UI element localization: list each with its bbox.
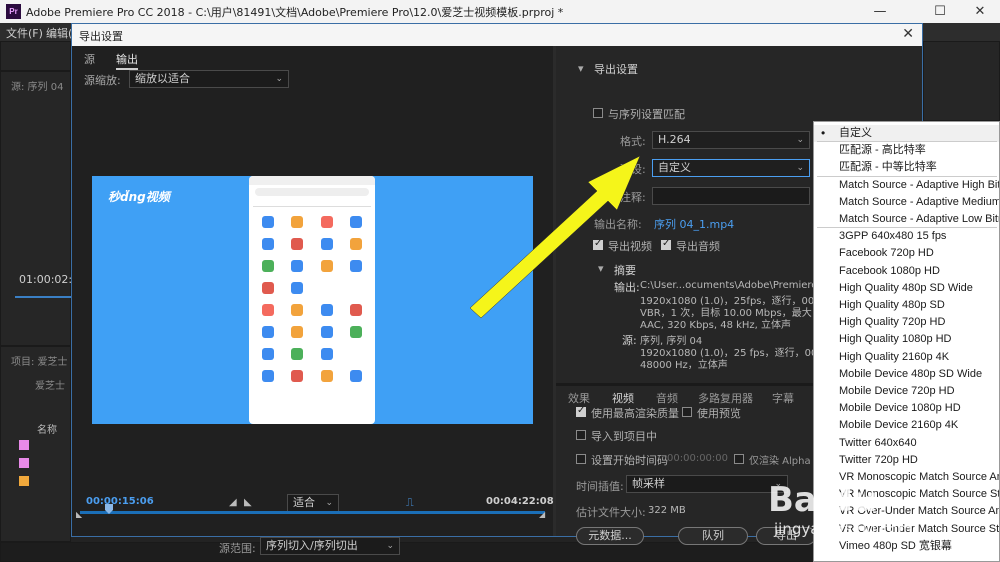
baidu-site-text: jingyan.baidu.com xyxy=(774,520,913,538)
preset-option[interactable]: High Quality 480p SD Wide xyxy=(814,280,999,297)
preset-option[interactable]: High Quality 2160p 4K xyxy=(814,349,999,366)
preset-option[interactable]: Match Source - Adaptive Medium E xyxy=(814,194,999,211)
preset-option[interactable]: High Quality 1080p HD xyxy=(814,331,999,348)
preset-option[interactable]: Mobile Device 2160p 4K xyxy=(814,417,999,434)
preset-option[interactable]: • 自定义 xyxy=(814,125,999,142)
preset-option[interactable]: Match Source - Adaptive Low Bitrat xyxy=(814,211,999,228)
preset-option[interactable]: 3GPP 640x480 15 fps xyxy=(814,228,999,245)
preset-option[interactable]: High Quality 720p HD xyxy=(814,314,999,331)
preset-option[interactable]: High Quality 480p SD xyxy=(814,297,999,314)
preset-option[interactable]: Twitter 720p HD xyxy=(814,452,999,469)
baidu-logo-text: Baidu xyxy=(768,480,878,520)
preset-option[interactable]: Facebook 720p HD xyxy=(814,245,999,262)
preset-option[interactable]: 匹配源 - 中等比特率 xyxy=(814,159,999,176)
preset-option[interactable]: Mobile Device 480p SD Wide xyxy=(814,366,999,383)
selected-bullet-icon: • xyxy=(821,126,826,140)
preset-option[interactable]: Facebook 1080p HD xyxy=(814,263,999,280)
preset-option-label: 自定义 xyxy=(839,127,872,139)
preset-option[interactable]: Match Source - Adaptive High Bitra xyxy=(814,177,999,194)
preset-option[interactable]: Vimeo 480p SD 宽银幕 xyxy=(814,538,999,555)
preset-option[interactable]: Mobile Device 720p HD xyxy=(814,383,999,400)
preset-option[interactable]: Mobile Device 1080p HD xyxy=(814,400,999,417)
preset-option[interactable]: Twitter 640x640 xyxy=(814,435,999,452)
baidu-watermark: Baidu jingyan.baidu.com xyxy=(768,480,912,538)
preset-option[interactable]: 匹配源 - 高比特率 xyxy=(814,142,999,159)
